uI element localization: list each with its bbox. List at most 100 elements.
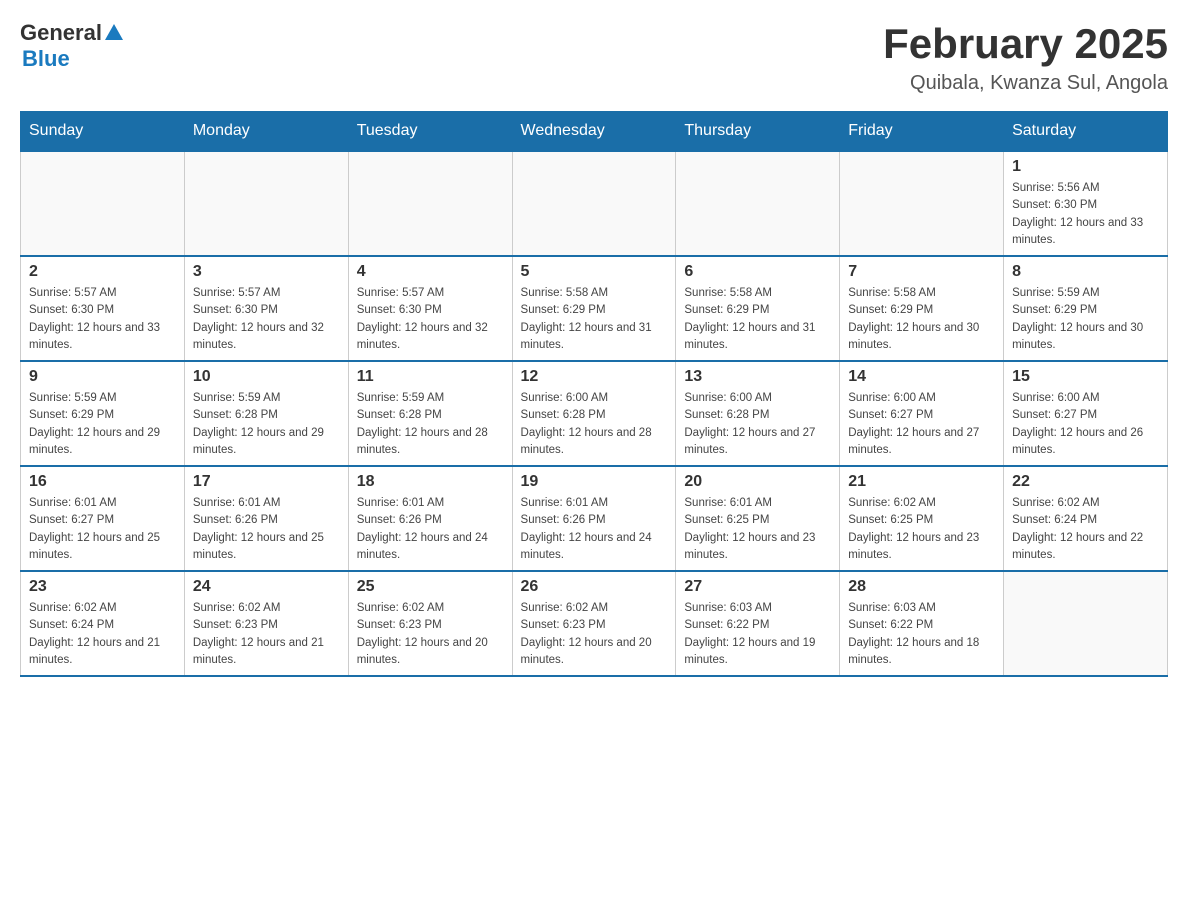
day-number: 13 <box>684 368 831 386</box>
logo-blue-text: Blue <box>22 46 70 71</box>
day-info: Sunrise: 5:59 AMSunset: 6:29 PMDaylight:… <box>1012 285 1159 354</box>
day-info: Sunrise: 5:59 AMSunset: 6:28 PMDaylight:… <box>357 390 504 459</box>
table-row: 22 Sunrise: 6:02 AMSunset: 6:24 PMDayligh… <box>1004 466 1168 571</box>
title-block: February 2025 Quibala, Kwanza Sul, Angol… <box>883 20 1168 95</box>
day-info: Sunrise: 6:01 AMSunset: 6:26 PMDaylight:… <box>521 495 668 564</box>
day-info: Sunrise: 5:57 AMSunset: 6:30 PMDaylight:… <box>357 285 504 354</box>
table-row <box>348 151 512 256</box>
day-number: 8 <box>1012 263 1159 281</box>
header-wednesday: Wednesday <box>512 112 676 152</box>
table-row: 26 Sunrise: 6:02 AMSunset: 6:23 PMDayligh… <box>512 571 676 676</box>
day-number: 20 <box>684 473 831 491</box>
day-info: Sunrise: 6:03 AMSunset: 6:22 PMDaylight:… <box>848 600 995 669</box>
day-number: 11 <box>357 368 504 386</box>
day-info: Sunrise: 5:56 AMSunset: 6:30 PMDaylight:… <box>1012 180 1159 249</box>
day-info: Sunrise: 6:02 AMSunset: 6:24 PMDaylight:… <box>29 600 176 669</box>
table-row: 1 Sunrise: 5:56 AMSunset: 6:30 PMDaylight… <box>1004 151 1168 256</box>
table-row <box>512 151 676 256</box>
table-row: 28 Sunrise: 6:03 AMSunset: 6:22 PMDayligh… <box>840 571 1004 676</box>
logo-general-text: General <box>20 20 102 46</box>
day-number: 15 <box>1012 368 1159 386</box>
table-row: 9Sunrise: 5:59 AMSunset: 6:29 PMDaylight… <box>21 361 185 466</box>
table-row: 21Sunrise: 6:02 AMSunset: 6:25 PMDayligh… <box>840 466 1004 571</box>
day-number: 25 <box>357 578 504 596</box>
day-number: 2 <box>29 263 176 281</box>
day-info: Sunrise: 6:00 AMSunset: 6:27 PMDaylight:… <box>848 390 995 459</box>
header-thursday: Thursday <box>676 112 840 152</box>
day-info: Sunrise: 6:01 AMSunset: 6:25 PMDaylight:… <box>684 495 831 564</box>
day-number: 23 <box>29 578 176 596</box>
page-header: General Blue February 2025 Quibala, Kwan… <box>20 20 1168 95</box>
table-row: 4 Sunrise: 5:57 AMSunset: 6:30 PMDaylight… <box>348 256 512 361</box>
calendar-subtitle: Quibala, Kwanza Sul, Angola <box>883 72 1168 95</box>
header-friday: Friday <box>840 112 1004 152</box>
table-row <box>676 151 840 256</box>
day-number: 27 <box>684 578 831 596</box>
calendar-week-row: 16Sunrise: 6:01 AMSunset: 6:27 PMDayligh… <box>21 466 1168 571</box>
day-number: 19 <box>521 473 668 491</box>
day-number: 17 <box>193 473 340 491</box>
calendar-header-row: Sunday Monday Tuesday Wednesday Thursday… <box>21 112 1168 152</box>
day-info: Sunrise: 6:01 AMSunset: 6:26 PMDaylight:… <box>357 495 504 564</box>
day-number: 14 <box>848 368 995 386</box>
table-row: 19 Sunrise: 6:01 AMSunset: 6:26 PMDayligh… <box>512 466 676 571</box>
day-number: 12 <box>521 368 668 386</box>
table-row: 17 Sunrise: 6:01 AMSunset: 6:26 PMDayligh… <box>184 466 348 571</box>
day-number: 5 <box>521 263 668 281</box>
day-info: Sunrise: 6:02 AMSunset: 6:23 PMDaylight:… <box>521 600 668 669</box>
table-row: 10 Sunrise: 5:59 AMSunset: 6:28 PMDayligh… <box>184 361 348 466</box>
table-row: 15 Sunrise: 6:00 AMSunset: 6:27 PMDayligh… <box>1004 361 1168 466</box>
table-row: 23 Sunrise: 6:02 AMSunset: 6:24 PMDayligh… <box>21 571 185 676</box>
table-row: 12 Sunrise: 6:00 AMSunset: 6:28 PMDayligh… <box>512 361 676 466</box>
day-info: Sunrise: 5:57 AMSunset: 6:30 PMDaylight:… <box>193 285 340 354</box>
table-row: 11 Sunrise: 5:59 AMSunset: 6:28 PMDayligh… <box>348 361 512 466</box>
header-sunday: Sunday <box>21 112 185 152</box>
calendar-title: February 2025 <box>883 20 1168 68</box>
table-row: 27 Sunrise: 6:03 AMSunset: 6:22 PMDayligh… <box>676 571 840 676</box>
day-info: Sunrise: 5:57 AMSunset: 6:30 PMDaylight:… <box>29 285 176 354</box>
calendar-week-row: 1 Sunrise: 5:56 AMSunset: 6:30 PMDaylight… <box>21 151 1168 256</box>
day-info: Sunrise: 6:02 AMSunset: 6:23 PMDaylight:… <box>357 600 504 669</box>
day-info: Sunrise: 5:59 AMSunset: 6:29 PMDaylight:… <box>29 390 176 459</box>
day-info: Sunrise: 6:03 AMSunset: 6:22 PMDaylight:… <box>684 600 831 669</box>
day-info: Sunrise: 6:00 AMSunset: 6:27 PMDaylight:… <box>1012 390 1159 459</box>
table-row: 7Sunrise: 5:58 AMSunset: 6:29 PMDaylight… <box>840 256 1004 361</box>
table-row: 14 Sunrise: 6:00 AMSunset: 6:27 PMDayligh… <box>840 361 1004 466</box>
day-info: Sunrise: 6:01 AMSunset: 6:26 PMDaylight:… <box>193 495 340 564</box>
day-number: 24 <box>193 578 340 596</box>
day-info: Sunrise: 5:59 AMSunset: 6:28 PMDaylight:… <box>193 390 340 459</box>
logo: General Blue <box>20 20 123 72</box>
table-row <box>1004 571 1168 676</box>
table-row: 8 Sunrise: 5:59 AMSunset: 6:29 PMDaylight… <box>1004 256 1168 361</box>
day-number: 4 <box>357 263 504 281</box>
day-number: 18 <box>357 473 504 491</box>
day-info: Sunrise: 6:00 AMSunset: 6:28 PMDaylight:… <box>684 390 831 459</box>
header-saturday: Saturday <box>1004 112 1168 152</box>
day-info: Sunrise: 6:02 AMSunset: 6:25 PMDaylight:… <box>848 495 995 564</box>
table-row: 13 Sunrise: 6:00 AMSunset: 6:28 PMDayligh… <box>676 361 840 466</box>
day-number: 7 <box>848 263 995 281</box>
day-number: 6 <box>684 263 831 281</box>
day-number: 3 <box>193 263 340 281</box>
day-info: Sunrise: 6:02 AMSunset: 6:24 PMDaylight:… <box>1012 495 1159 564</box>
table-row <box>184 151 348 256</box>
day-info: Sunrise: 5:58 AMSunset: 6:29 PMDaylight:… <box>684 285 831 354</box>
day-number: 22 <box>1012 473 1159 491</box>
day-info: Sunrise: 6:02 AMSunset: 6:23 PMDaylight:… <box>193 600 340 669</box>
day-number: 10 <box>193 368 340 386</box>
calendar-week-row: 9Sunrise: 5:59 AMSunset: 6:29 PMDaylight… <box>21 361 1168 466</box>
table-row: 24 Sunrise: 6:02 AMSunset: 6:23 PMDayligh… <box>184 571 348 676</box>
table-row: 16Sunrise: 6:01 AMSunset: 6:27 PMDayligh… <box>21 466 185 571</box>
day-number: 26 <box>521 578 668 596</box>
day-number: 16 <box>29 473 176 491</box>
table-row: 3 Sunrise: 5:57 AMSunset: 6:30 PMDaylight… <box>184 256 348 361</box>
table-row <box>21 151 185 256</box>
day-info: Sunrise: 6:00 AMSunset: 6:28 PMDaylight:… <box>521 390 668 459</box>
table-row: 18 Sunrise: 6:01 AMSunset: 6:26 PMDayligh… <box>348 466 512 571</box>
logo-triangle-icon <box>105 24 123 40</box>
header-tuesday: Tuesday <box>348 112 512 152</box>
table-row: 2 Sunrise: 5:57 AMSunset: 6:30 PMDaylight… <box>21 256 185 361</box>
day-number: 28 <box>848 578 995 596</box>
table-row: 5Sunrise: 5:58 AMSunset: 6:29 PMDaylight… <box>512 256 676 361</box>
day-number: 1 <box>1012 158 1159 176</box>
